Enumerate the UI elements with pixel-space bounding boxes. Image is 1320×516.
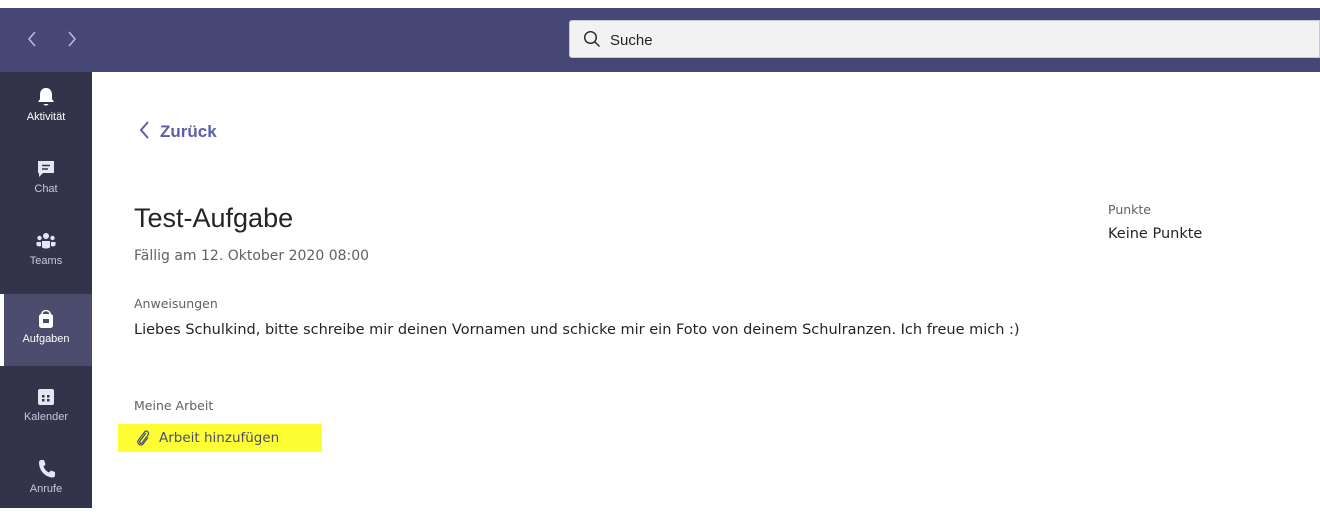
rail-item-label: Teams — [29, 255, 63, 267]
chevron-left-icon — [138, 120, 150, 144]
my-work-label: Meine Arbeit — [134, 398, 214, 413]
rail-item-assignments[interactable]: Aufgaben — [0, 294, 92, 366]
rail-item-calendar[interactable]: Kalender — [0, 372, 92, 444]
assignments-icon — [35, 308, 57, 330]
forward-arrow-icon[interactable] — [62, 26, 82, 52]
rail-item-label: Chat — [34, 183, 58, 195]
search-box[interactable] — [569, 20, 1320, 58]
history-nav — [22, 26, 82, 52]
rail-item-label: Aktivität — [26, 111, 66, 123]
add-work-button[interactable]: Arbeit hinzufügen — [118, 424, 322, 452]
rail-item-chat[interactable]: Chat — [0, 144, 92, 216]
search-input[interactable] — [608, 25, 1292, 55]
rail-item-label: Kalender — [23, 411, 69, 423]
teams-icon — [35, 230, 57, 252]
top-bar — [0, 8, 1320, 72]
calendar-icon — [35, 386, 57, 408]
chat-icon — [35, 158, 57, 180]
back-arrow-icon[interactable] — [22, 26, 42, 52]
rail-item-teams[interactable]: Teams — [0, 216, 92, 288]
rail-item-label: Anrufe — [29, 483, 63, 495]
assignment-title: Test-Aufgabe — [134, 203, 294, 233]
points-value: Keine Punkte — [1108, 226, 1203, 242]
back-label: Zurück — [160, 122, 217, 141]
points-label: Punkte — [1108, 202, 1151, 217]
search-icon — [583, 30, 601, 48]
rail-item-activity[interactable]: Aktivität — [0, 72, 92, 144]
due-date: Fällig am 12. Oktober 2020 08:00 — [134, 248, 370, 264]
rail-item-label: Aufgaben — [22, 333, 70, 345]
back-link[interactable]: Zurück — [138, 120, 217, 144]
bell-icon — [35, 86, 57, 108]
app-rail: Aktivität Chat Teams Aufgaben Kalender A… — [0, 72, 92, 508]
instructions-text: Liebes Schulkind, bitte schreibe mir dei… — [134, 322, 1020, 338]
rail-item-calls[interactable]: Anrufe — [0, 444, 92, 516]
add-work-label: Arbeit hinzufügen — [159, 430, 280, 446]
paperclip-icon — [135, 429, 151, 447]
phone-icon — [35, 458, 57, 480]
instructions-label: Anweisungen — [134, 296, 218, 311]
